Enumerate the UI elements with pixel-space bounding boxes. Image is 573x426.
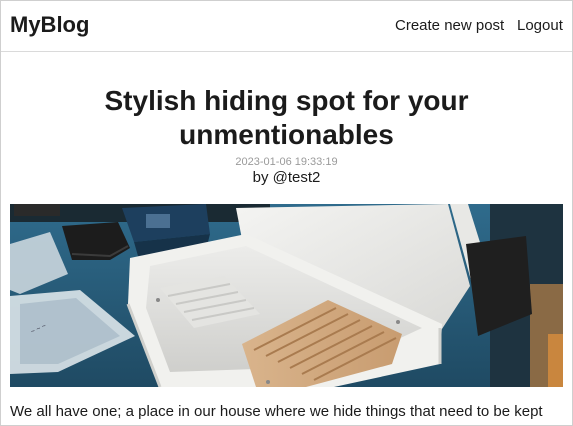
navbar: MyBlog Create new post Logout — [1, 1, 572, 52]
browser-viewport: MyBlog Create new post Logout Stylish hi… — [0, 0, 573, 426]
post-image: ~ ~ ~ — [10, 204, 563, 387]
post-author: by @test2 — [252, 169, 321, 186]
post-body: We all have one; a place in our house wh… — [10, 403, 558, 425]
brand-logo-link[interactable]: MyBlog — [10, 12, 89, 38]
logout-link[interactable]: Logout — [517, 17, 563, 34]
create-new-post-link[interactable]: Create new post — [395, 17, 504, 34]
post-timestamp: 2023-01-06 19:33:19 — [235, 156, 338, 168]
post-title: Stylish hiding spot for your unmentionab… — [104, 85, 469, 150]
